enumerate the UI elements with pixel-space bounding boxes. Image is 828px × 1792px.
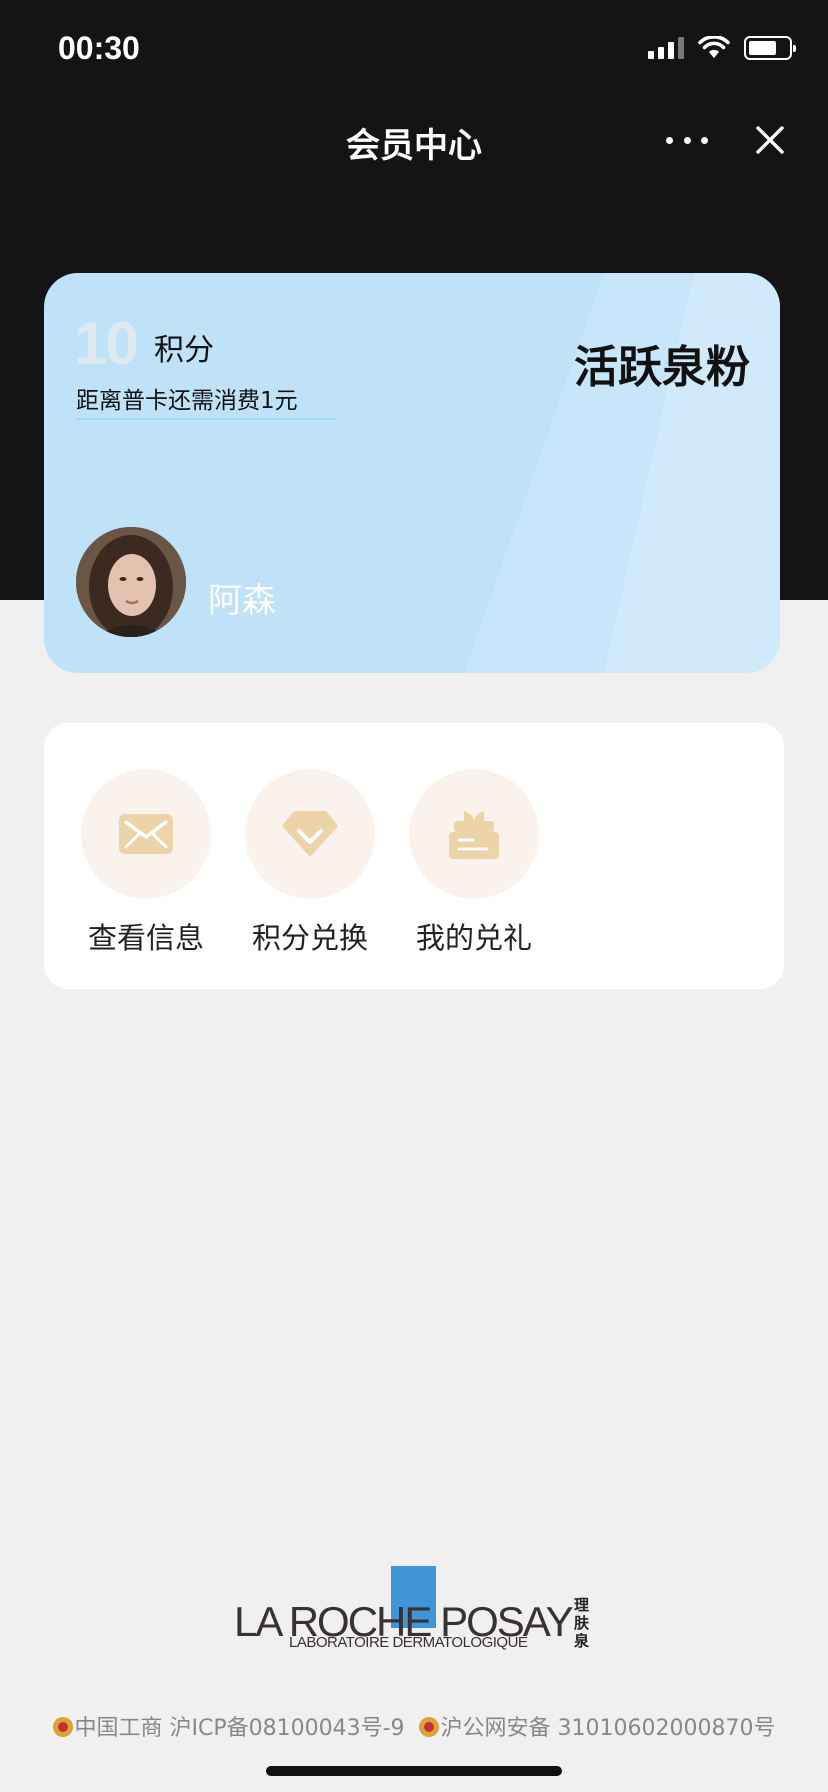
upgrade-tip: 距离普卡还需消费1元 [76,388,298,414]
emblem-icon [52,1717,73,1737]
dot-icon [701,136,708,144]
points-unit-label: 积分 [154,333,214,368]
gift-box-icon [449,811,499,859]
avatar-image [76,527,186,637]
dot-icon [666,136,673,144]
function-panel: 查看信息 积分兑换 我的兑礼 [44,723,784,989]
wifi-icon [698,36,730,58]
my-gifts-label: 我的兑礼 [415,921,532,955]
home-indicator [266,1766,562,1776]
more-options-button[interactable] [666,128,708,152]
status-icons [648,36,796,60]
police-emblem-icon [418,1717,439,1737]
view-info-button[interactable]: 查看信息 [76,769,216,957]
icon-circle [245,769,375,899]
cellular-signal-icon [648,37,684,59]
battery-icon [744,36,796,60]
icon-circle [409,769,539,899]
envelope-icon [119,814,173,854]
police-license[interactable]: 沪公网安备 31010602000870号 [441,1716,776,1741]
icon-circle [81,769,211,899]
status-time: 00:30 [58,30,140,66]
footer-license: 中国工商 沪ICP备08100043号-9 沪公网安备 3101060200087… [0,1710,828,1742]
points-exchange-button[interactable]: 积分兑换 [240,769,380,957]
avatar[interactable] [76,527,186,637]
points-exchange-label: 积分兑换 [251,921,368,955]
points-value: 10 [74,310,139,377]
user-name: 阿森 [208,581,276,621]
diamond-icon [282,811,338,857]
my-gifts-button[interactable]: 我的兑礼 [404,769,544,957]
tip-underline [76,418,336,420]
view-info-label: 查看信息 [87,921,204,955]
close-button[interactable] [752,122,788,158]
logo-chinese: 理肤泉 [574,1596,590,1650]
dot-icon [683,136,691,144]
icp-license[interactable]: 中国工商 沪ICP备08100043号-9 [75,1716,405,1741]
membership-card[interactable]: 10 积分 距离普卡还需消费1元 活跃泉粉 阿森 [44,273,780,673]
member-level: 活跃泉粉 [574,342,750,393]
brand-logo: LA ROCHE POSAY LABORATOIRE DERMATOLOGIQU… [234,1566,604,1666]
logo-tagline: LABORATOIRE DERMATOLOGIQUE [289,1634,528,1651]
